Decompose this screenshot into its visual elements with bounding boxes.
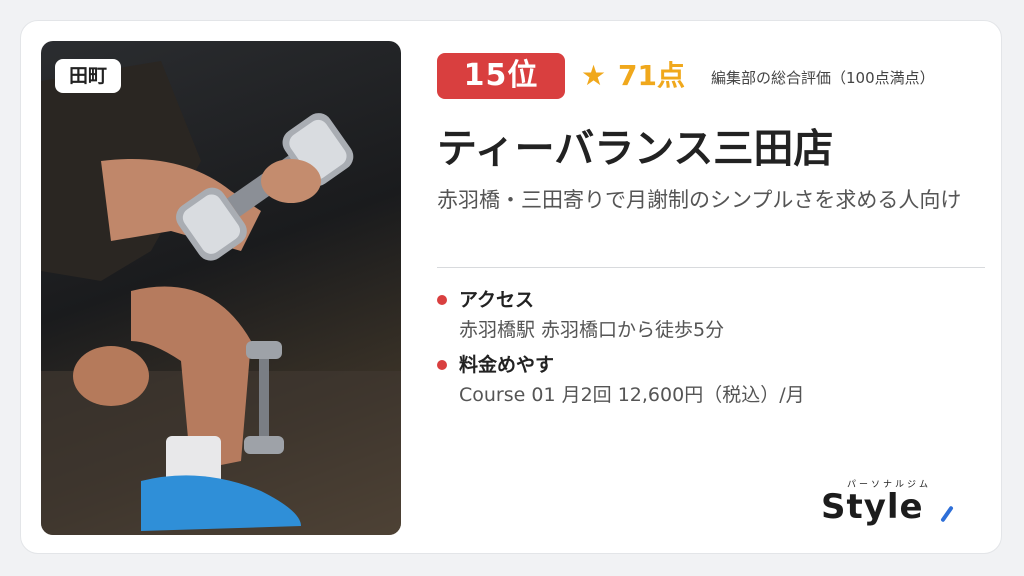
logo-word: Style [821, 487, 924, 527]
gym-ranking-card: 田町 15位 ★ 71点 編集部の総合評価（100点満点） ティーバランス三田店… [20, 20, 1002, 554]
info-value: 赤羽橋駅 赤羽橋口から徒歩5分 [459, 319, 725, 341]
star-icon: ★ [581, 59, 607, 92]
info-value: Course 01 月2回 12,600円（税込）/月 [459, 384, 805, 406]
rating-note: 編集部の総合評価（100点満点） [711, 69, 935, 87]
gym-photo: 田町 [41, 41, 401, 535]
rating-score: 71点 [618, 59, 685, 92]
bullet-icon [437, 295, 447, 305]
logo-slash-icon [940, 505, 954, 523]
info-label: アクセス [459, 289, 535, 311]
gym-catchphrase: 赤羽橋・三田寄りで月謝制のシンプルさを求める人向け [437, 188, 962, 212]
area-badge: 田町 [55, 59, 122, 93]
divider [437, 267, 985, 268]
brand-logo: パーソナルジム Style [821, 477, 971, 537]
bullet-icon [437, 360, 447, 370]
dumbbell-photo-icon [41, 61, 401, 535]
rank-badge: 15位 [437, 53, 565, 99]
gym-name: ティーバランス三田店 [437, 126, 834, 172]
info-label: 料金めやす [459, 354, 555, 376]
